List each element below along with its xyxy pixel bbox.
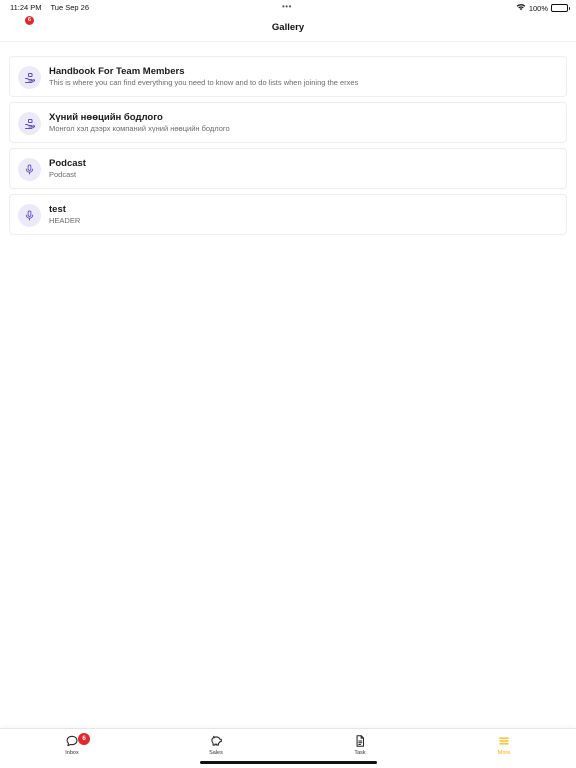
gallery-item-title: Хүний нөөцийн бодлого xyxy=(49,112,163,123)
gallery-item-subtitle: Монгол хэл дээрх компаний хүний нөөцийн … xyxy=(49,124,230,133)
hand-giving-icon xyxy=(18,112,41,135)
page-title: Gallery xyxy=(271,22,305,33)
microphone-icon xyxy=(18,204,41,227)
gallery-item-title: Handbook For Team Members xyxy=(49,66,185,77)
tab-label: Task xyxy=(354,750,366,756)
gallery-item-test[interactable]: test HEADER xyxy=(9,194,567,235)
gallery-item-subtitle: HEADER xyxy=(49,216,81,225)
tab-label: More xyxy=(497,750,511,756)
battery-percent: 100% xyxy=(528,3,548,13)
navigation-header: 6 Gallery xyxy=(0,14,576,42)
tab-label: Sales xyxy=(209,750,223,756)
piggy-bank-icon xyxy=(209,734,223,748)
status-left: 11:24 PM Tue Sep 26 xyxy=(10,3,96,12)
status-date: Tue Sep 26 xyxy=(50,3,90,12)
gallery-item-hr-policy[interactable]: Хүний нөөцийн бодлого Монгол хэл дээрх к… xyxy=(9,102,567,143)
app-screen: 11:24 PM Tue Sep 26 ••• 100% 6 Gallery H… xyxy=(0,0,576,768)
status-right: 100% xyxy=(516,3,570,13)
gallery-list: Handbook For Team Members This is where … xyxy=(9,56,567,240)
tab-more[interactable]: More xyxy=(432,729,576,768)
gallery-item-handbook[interactable]: Handbook For Team Members This is where … xyxy=(9,56,567,97)
tab-label: Inbox xyxy=(65,750,79,756)
gallery-item-title: Podcast xyxy=(49,158,86,169)
home-indicator[interactable] xyxy=(200,761,377,764)
status-bar: 11:24 PM Tue Sep 26 ••• 100% xyxy=(0,0,576,14)
gallery-item-subtitle: This is where you can find everything yo… xyxy=(49,78,359,87)
hand-giving-icon xyxy=(18,66,41,89)
document-icon xyxy=(353,734,367,748)
status-time: 11:24 PM xyxy=(10,3,42,12)
gallery-item-title: test xyxy=(49,204,66,215)
battery-icon xyxy=(551,4,570,12)
tab-inbox[interactable]: 6 Inbox xyxy=(0,729,144,768)
microphone-icon xyxy=(18,158,41,181)
chat-bubble-icon xyxy=(65,734,79,748)
multitasking-dots[interactable]: ••• xyxy=(282,2,292,11)
menu-icon xyxy=(497,734,511,748)
gallery-item-podcast[interactable]: Podcast Podcast xyxy=(9,148,567,189)
gallery-item-subtitle: Podcast xyxy=(49,170,77,179)
wifi-icon xyxy=(516,3,526,13)
inbox-badge: 6 xyxy=(78,733,90,745)
